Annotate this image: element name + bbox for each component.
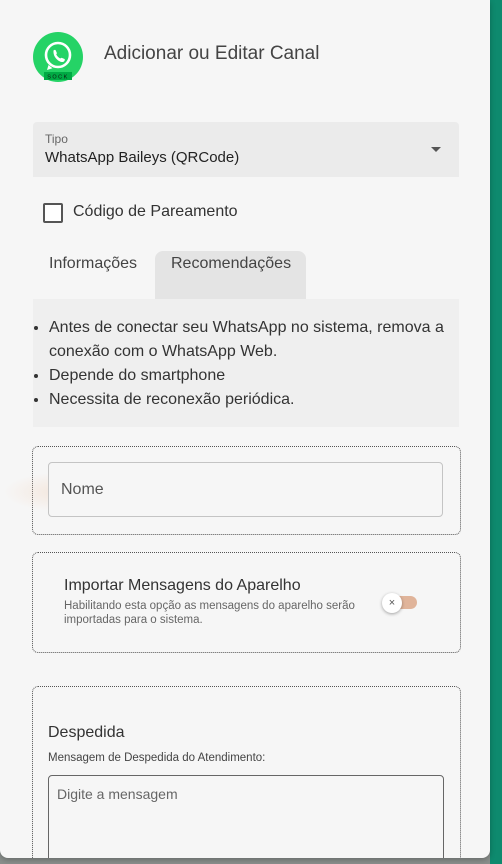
close-icon[interactable]: ×: [382, 593, 402, 613]
tipo-label: Tipo: [45, 132, 68, 146]
name-input-label: Nome: [61, 481, 104, 498]
name-input[interactable]: Nome: [48, 462, 443, 517]
dialog-title: Adicionar ou Editar Canal: [104, 43, 320, 64]
tab-informacoes[interactable]: Informações: [33, 251, 155, 299]
farewell-message-input[interactable]: [48, 775, 444, 858]
pairing-code-label[interactable]: Código de Pareamento: [73, 203, 238, 221]
whatsapp-icon: SOCK: [33, 32, 83, 82]
logo-badge: SOCK: [47, 75, 69, 81]
info-item: Depende do smartphone: [49, 364, 461, 388]
tab-informacoes-label: Informações: [49, 255, 138, 272]
import-messages-title: Importar Mensagens do Aparelho: [64, 577, 301, 594]
import-messages-description: Habilitando esta opção as mensagens do a…: [64, 600, 355, 626]
import-messages-section: Importar Mensagens do Aparelho Habilitan…: [32, 552, 461, 653]
info-tab-panel: Antes de conectar seu WhatsApp no sistem…: [33, 299, 459, 427]
farewell-section: Despedida Mensagem de Despedida do Atend…: [32, 686, 461, 858]
tab-recomendacoes[interactable]: Recomendações: [155, 251, 306, 299]
tipo-value: WhatsApp Baileys (QRCode): [45, 149, 240, 166]
info-list: Antes de conectar seu WhatsApp no sistem…: [33, 316, 461, 412]
chevron-down-icon: [431, 147, 441, 152]
farewell-subtitle: Mensagem de Despedida do Atendimento:: [48, 752, 266, 764]
tipo-select[interactable]: Tipo WhatsApp Baileys (QRCode): [33, 122, 459, 177]
pairing-code-checkbox[interactable]: [43, 203, 63, 223]
farewell-title: Despedida: [48, 724, 125, 741]
info-item: Necessita de reconexão periódica.: [49, 388, 461, 412]
window-edge: [490, 0, 502, 864]
name-section: Nome: [3, 446, 461, 535]
info-item: Antes de conectar seu WhatsApp no sistem…: [49, 316, 461, 364]
edit-channel-dialog: SOCK Adicionar ou Editar Canal Tipo What…: [0, 0, 490, 858]
tab-recomendacoes-label: Recomendações: [171, 255, 292, 272]
